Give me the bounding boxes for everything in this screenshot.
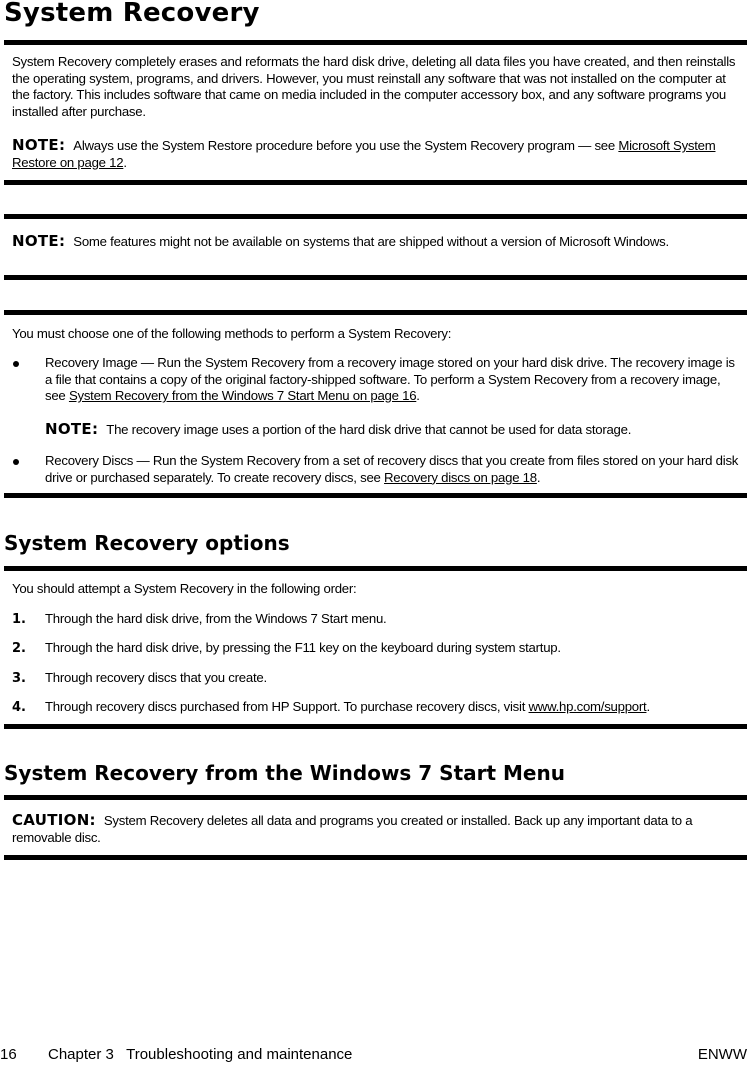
step-4: Through recovery discs purchased from HP… xyxy=(45,699,741,716)
caution-label: CAUTION: xyxy=(12,811,96,829)
divider xyxy=(4,724,747,729)
link-hp-support[interactable]: www.hp.com/support xyxy=(529,699,647,714)
footer-locale: ENWW xyxy=(697,1046,747,1063)
punctuation: . xyxy=(416,388,420,403)
step-number: 2. xyxy=(12,641,26,656)
section-title-options: System Recovery options xyxy=(4,531,290,555)
step-text: Through recovery discs purchased from HP… xyxy=(45,699,529,714)
footer-page-number: 16 xyxy=(0,1046,17,1063)
divider xyxy=(4,40,747,45)
divider xyxy=(4,566,747,571)
divider xyxy=(4,180,747,185)
punctuation: . xyxy=(123,154,127,170)
step-2: Through the hard disk drive, by pressing… xyxy=(45,640,561,655)
link-start-menu[interactable]: System Recovery from the Windows 7 Start… xyxy=(69,388,417,403)
divider xyxy=(4,795,747,800)
divider xyxy=(4,855,747,860)
footer-chapter: Chapter 3 Troubleshooting and maintenanc… xyxy=(48,1046,353,1063)
note-text: Always use the System Restore procedure … xyxy=(73,138,619,153)
link-recovery-discs[interactable]: Recovery discs on page 18 xyxy=(384,470,537,485)
note-text: Some features might not be available on … xyxy=(73,234,669,249)
step-3: Through recovery discs that you create. xyxy=(45,670,267,685)
method-recovery-image: Recovery Image — Run the System Recovery… xyxy=(45,355,741,405)
section-title-start-menu: System Recovery from the Windows 7 Start… xyxy=(4,761,565,785)
note-label: NOTE: xyxy=(12,136,66,154)
intro-paragraph: System Recovery completely erases and re… xyxy=(12,54,736,119)
note-label: NOTE: xyxy=(12,232,66,250)
divider xyxy=(4,493,747,498)
divider xyxy=(4,310,747,315)
note-restore: NOTE: Always use the System Restore proce… xyxy=(12,137,741,171)
note-recovery-image: NOTE: The recovery image uses a portion o… xyxy=(45,421,741,439)
divider xyxy=(4,214,747,219)
punctuation: . xyxy=(536,469,541,485)
bullet-icon xyxy=(13,459,19,465)
method-recovery-discs: Recovery Discs — Run the System Recovery… xyxy=(45,453,741,486)
step-number: 3. xyxy=(12,671,26,686)
page-title: System Recovery xyxy=(4,0,260,28)
divider xyxy=(4,275,747,280)
options-intro: You should attempt a System Recovery in … xyxy=(12,581,357,596)
caution-box: CAUTION: System Recovery deletes all data… xyxy=(12,812,741,846)
step-1: Through the hard disk drive, from the Wi… xyxy=(45,611,387,626)
step-number: 4. xyxy=(12,700,26,715)
note-text: The recovery image uses a portion of the… xyxy=(106,422,632,437)
bullet-icon xyxy=(13,361,19,367)
punctuation: . xyxy=(646,699,650,714)
step-number: 1. xyxy=(12,612,26,627)
note-windows: NOTE: Some features might not be availabl… xyxy=(12,233,741,251)
note-label: NOTE: xyxy=(45,420,99,438)
caution-text: System Recovery deletes all data and pro… xyxy=(12,813,693,845)
methods-intro: You must choose one of the following met… xyxy=(12,326,452,341)
